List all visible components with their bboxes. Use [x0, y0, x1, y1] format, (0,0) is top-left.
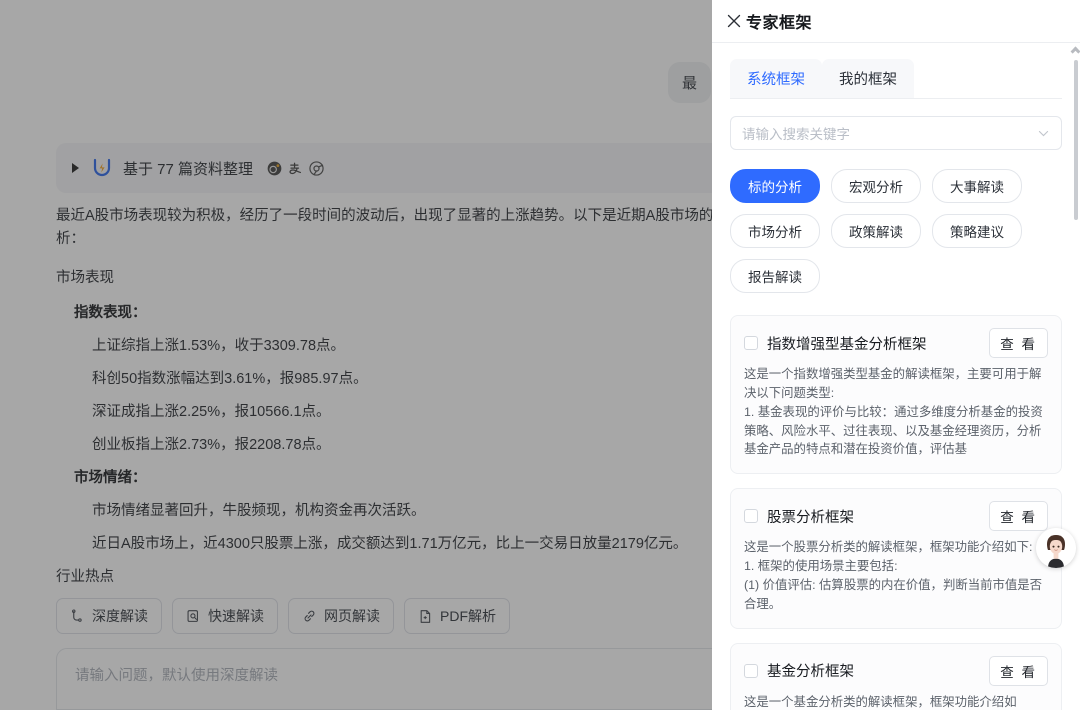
view-framework-button[interactable]: 查 看: [989, 655, 1048, 686]
drawer-tabs: 系统框架 我的框架: [730, 43, 1062, 98]
framework-checkbox[interactable]: [744, 509, 758, 524]
framework-description: 这是一个指数增强类型基金的解读框架，主要可用于解决以下问题类型: 1. 基金表现…: [744, 367, 1043, 457]
chip-strategy-advice[interactable]: 策略建议: [932, 214, 1022, 248]
tab-system-frameworks[interactable]: 系统框架: [730, 59, 822, 98]
framework-description: 这是一个基金分析类的解读框架，框架功能介绍如: [744, 694, 1017, 709]
tab-my-frameworks[interactable]: 我的框架: [822, 59, 914, 98]
expert-framework-drawer: 专家框架 系统框架 我的框架 请输入搜索关键字 标的分析 宏观分析 大事解读 市…: [712, 0, 1080, 710]
framework-card-header: 指数增强型基金分析框架 查 看: [744, 328, 1048, 358]
chip-macro-analysis[interactable]: 宏观分析: [831, 169, 921, 203]
view-framework-button[interactable]: 查 看: [989, 328, 1048, 358]
category-chip-group: 标的分析 宏观分析 大事解读 市场分析 政策解读 策略建议 报告解读: [730, 169, 1062, 293]
framework-card[interactable]: 股票分析框架 查 看 这是一个股票分析类的解读框架，框架功能介绍如下: 1. 框…: [730, 488, 1062, 629]
drawer-header: 专家框架: [712, 0, 1080, 42]
framework-name: 基金分析框架: [767, 664, 854, 681]
framework-card-list: 指数增强型基金分析框架 查 看 这是一个指数增强类型基金的解读框架，主要可用于解…: [730, 315, 1062, 710]
framework-card-header: 股票分析框架 查 看: [744, 501, 1048, 532]
view-framework-button[interactable]: 查 看: [989, 501, 1048, 532]
chip-event-interpretation[interactable]: 大事解读: [932, 169, 1022, 203]
chip-target-analysis[interactable]: 标的分析: [730, 169, 820, 203]
framework-name: 指数增强型基金分析框架: [767, 336, 927, 353]
framework-card[interactable]: 基金分析框架 查 看 这是一个基金分析类的解读框架，框架功能介绍如: [730, 642, 1062, 710]
chip-policy-interpretation[interactable]: 政策解读: [831, 214, 921, 248]
drawer-scrollbar-thumb[interactable]: [1074, 60, 1078, 220]
drawer-body: 系统框架 我的框架 请输入搜索关键字 标的分析 宏观分析 大事解读 市场分析 政…: [712, 43, 1080, 710]
chip-report-interpretation[interactable]: 报告解读: [730, 259, 820, 293]
framework-checkbox[interactable]: [744, 663, 758, 678]
drawer-title: 专家框架: [746, 15, 813, 32]
tabs-divider: [730, 98, 1062, 99]
assistant-avatar-button[interactable]: [1036, 528, 1076, 568]
framework-card[interactable]: 指数增强型基金分析框架 查 看 这是一个指数增强类型基金的解读框架，主要可用于解…: [730, 315, 1062, 475]
framework-card-header: 基金分析框架 查 看: [744, 655, 1048, 686]
chip-market-analysis[interactable]: 市场分析: [730, 214, 820, 248]
close-icon[interactable]: [724, 11, 744, 31]
assistant-avatar-icon: [1036, 528, 1076, 568]
tab-my-frameworks-label: 我的框架: [839, 72, 897, 88]
search-select[interactable]: 请输入搜索关键字: [730, 116, 1062, 150]
framework-name: 股票分析框架: [767, 509, 854, 526]
framework-description: 这是一个股票分析类的解读框架，框架功能介绍如下: 1. 框架的使用场景主要包括:…: [744, 540, 1043, 611]
search-placeholder-text: 请输入搜索关键字: [742, 127, 850, 142]
tab-system-frameworks-label: 系统框架: [747, 72, 805, 88]
framework-checkbox[interactable]: [744, 336, 758, 350]
chevron-down-icon[interactable]: [1037, 127, 1050, 140]
